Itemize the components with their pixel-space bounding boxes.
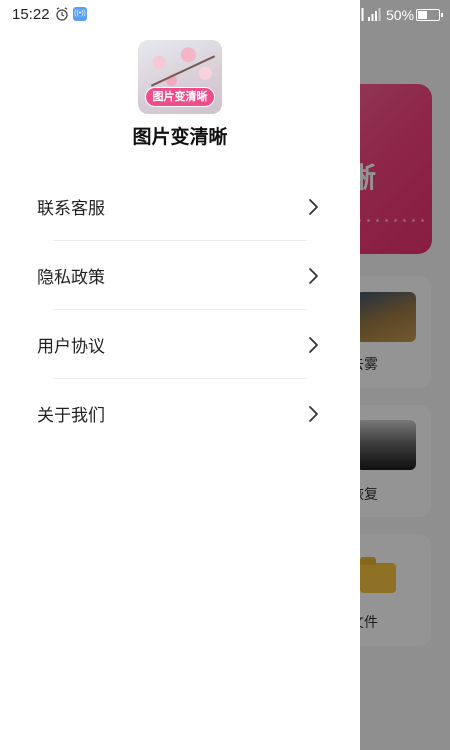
menu-item-contact-support[interactable]: 联系客服	[0, 172, 360, 241]
menu-item-user-agreement[interactable]: 用户协议	[0, 310, 360, 379]
battery-icon	[416, 9, 443, 21]
chevron-right-icon	[309, 336, 318, 353]
network-speed: 1.43 KB/S	[313, 4, 339, 22]
network-speed-value: 1.43	[317, 3, 335, 13]
status-time: 15:22	[12, 6, 50, 23]
navigation-drawer: 图片变清晰 图片变清晰 联系客服 隐私政策 用户协议 关于我们	[0, 0, 360, 750]
battery-fill	[418, 11, 427, 19]
status-bar: 15:22 ((•)) 1.43 KB/S 4G 50%	[0, 0, 450, 32]
menu-item-label: 关于我们	[37, 406, 105, 426]
menu-item-label: 用户协议	[37, 337, 105, 357]
menu-item-privacy-policy[interactable]: 隐私政策	[0, 241, 360, 310]
signal-icon	[351, 8, 364, 21]
drawer-menu: 联系客服 隐私政策 用户协议 关于我们	[0, 172, 360, 448]
alarm-icon	[56, 7, 68, 21]
app-name: 图片变清晰	[132, 126, 228, 148]
menu-item-label: 隐私政策	[37, 268, 105, 288]
battery-percent: 50%	[386, 7, 415, 23]
app-logo: 图片变清晰	[138, 40, 222, 114]
app-logo-badge: 图片变清晰	[145, 87, 215, 107]
signal-icon	[368, 8, 381, 21]
app-notification-icon: ((•))	[73, 7, 87, 21]
chevron-right-icon	[309, 405, 318, 422]
menu-item-label: 联系客服	[37, 199, 105, 219]
chevron-right-icon	[309, 267, 318, 284]
network-speed-unit: KB/S	[317, 14, 335, 21]
menu-item-about-us[interactable]: 关于我们	[0, 379, 360, 448]
logo-branch	[150, 55, 216, 87]
chevron-right-icon	[309, 198, 318, 215]
